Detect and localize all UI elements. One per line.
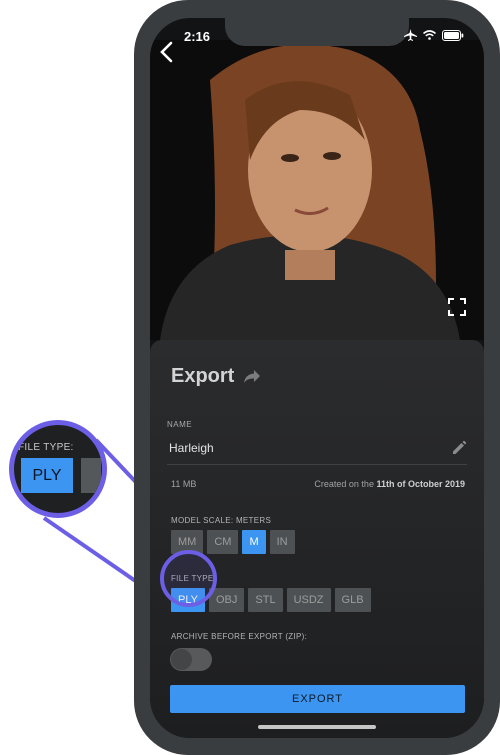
file-type-glb[interactable]: GLB (334, 588, 371, 612)
model-scale-label: MODEL SCALE: METERS (171, 516, 272, 525)
created-date: Created on the 11th of October 2019 (314, 479, 465, 489)
file-type-stl[interactable]: STL (248, 588, 283, 612)
zoom-next-chip (81, 458, 101, 493)
scan-preview-image (150, 40, 484, 340)
phone-screen: 2:16 Export NAME Harleigh 11 MB Created … (150, 18, 484, 738)
scale-option-cm[interactable]: CM (207, 530, 239, 554)
export-title-row: Export (171, 365, 261, 388)
created-prefix: Created on the (314, 479, 377, 489)
name-field[interactable]: Harleigh (169, 441, 214, 455)
zoom-callout: FILE TYPE: PLY (9, 420, 107, 518)
file-type-obj[interactable]: OBJ (208, 588, 245, 612)
file-size: 11 MB (171, 479, 197, 489)
battery-icon (442, 29, 464, 41)
name-divider (167, 464, 467, 465)
export-title: Export (171, 365, 235, 387)
zoom-file-type-label: FILE TYPE: (18, 442, 74, 453)
wifi-icon (423, 30, 436, 40)
file-type-usdz[interactable]: USDZ (286, 588, 331, 612)
archive-label: ARCHIVE BEFORE EXPORT (ZIP): (171, 632, 308, 641)
toggle-knob (171, 649, 192, 670)
expand-icon[interactable] (448, 298, 466, 316)
home-indicator (258, 725, 376, 729)
status-icons (404, 29, 464, 41)
export-sheet: Export NAME Harleigh 11 MB Created on th… (150, 340, 484, 738)
scale-option-in[interactable]: IN (269, 530, 295, 554)
airplane-icon (404, 29, 417, 41)
share-arrow-icon[interactable] (244, 369, 261, 384)
name-label: NAME (167, 420, 193, 429)
file-type-highlight-ring (160, 550, 217, 607)
pencil-icon[interactable] (451, 440, 467, 456)
created-date-value: 11th of October 2019 (376, 479, 465, 489)
back-chevron-icon[interactable] (158, 40, 178, 64)
status-time: 2:16 (184, 29, 211, 44)
export-button[interactable]: EXPORT (170, 685, 465, 713)
scale-option-m[interactable]: M (242, 530, 266, 554)
notch (225, 18, 409, 46)
zoom-ply-chip: PLY (21, 458, 73, 493)
archive-zip-toggle[interactable] (170, 648, 212, 671)
